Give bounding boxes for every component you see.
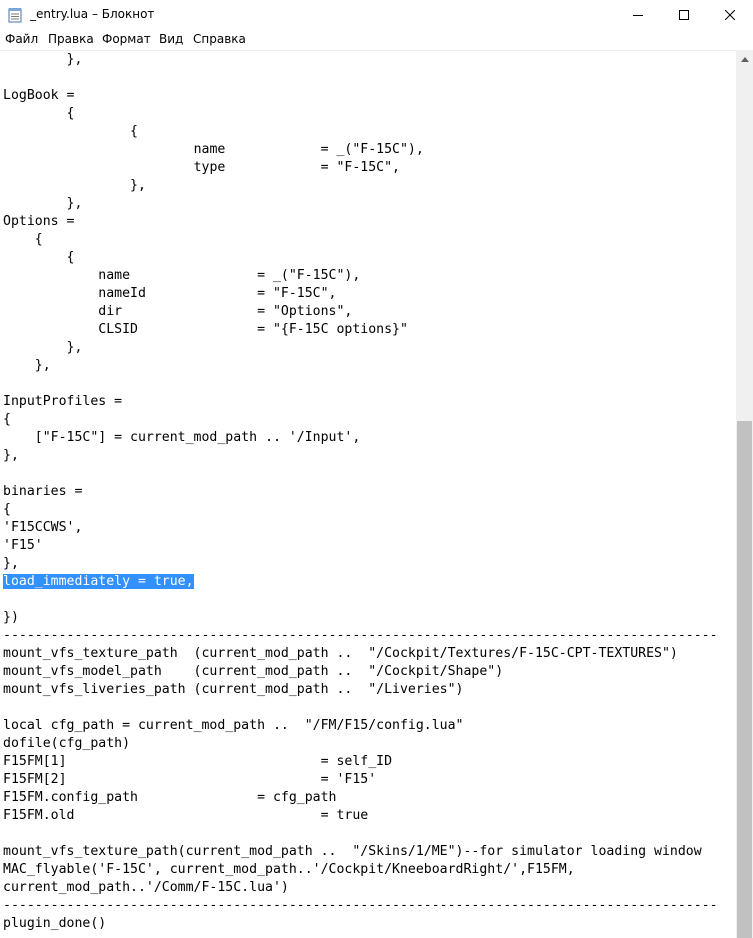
menu-format[interactable]: Формат [100,32,153,46]
scrollbar-thumb[interactable] [737,421,752,938]
minimize-icon [633,15,643,16]
selected-text[interactable]: load_immediately = true, [3,574,194,589]
text-editor[interactable]: }, LogBook = { { name = _("F-15C"), type… [0,51,736,938]
code-after-selection: }) -------------------------------------… [3,610,718,931]
close-button[interactable] [707,0,753,30]
vertical-scrollbar[interactable] [736,51,753,938]
menu-bar: Файл Правка Формат Вид Справка [0,30,753,51]
minimize-button[interactable] [615,0,661,30]
window-title: _entry.lua – Блокнот [30,7,155,21]
close-icon [725,10,735,20]
menu-view[interactable]: Вид [157,32,185,46]
maximize-icon [679,10,689,20]
menu-help[interactable]: Справка [191,32,248,46]
code-before-selection: }, LogBook = { { name = _("F-15C"), type… [3,52,424,571]
editor-content[interactable]: }, LogBook = { { name = _("F-15C"), type… [3,51,718,933]
title-bar[interactable]: _entry.lua – Блокнот [0,0,753,30]
maximize-button[interactable] [661,0,707,30]
menu-edit[interactable]: Правка [46,32,96,46]
menu-file[interactable]: Файл [3,32,40,46]
scroll-up-arrow-icon [740,57,749,62]
notepad-icon [8,8,22,23]
scroll-up-button[interactable] [736,51,753,68]
